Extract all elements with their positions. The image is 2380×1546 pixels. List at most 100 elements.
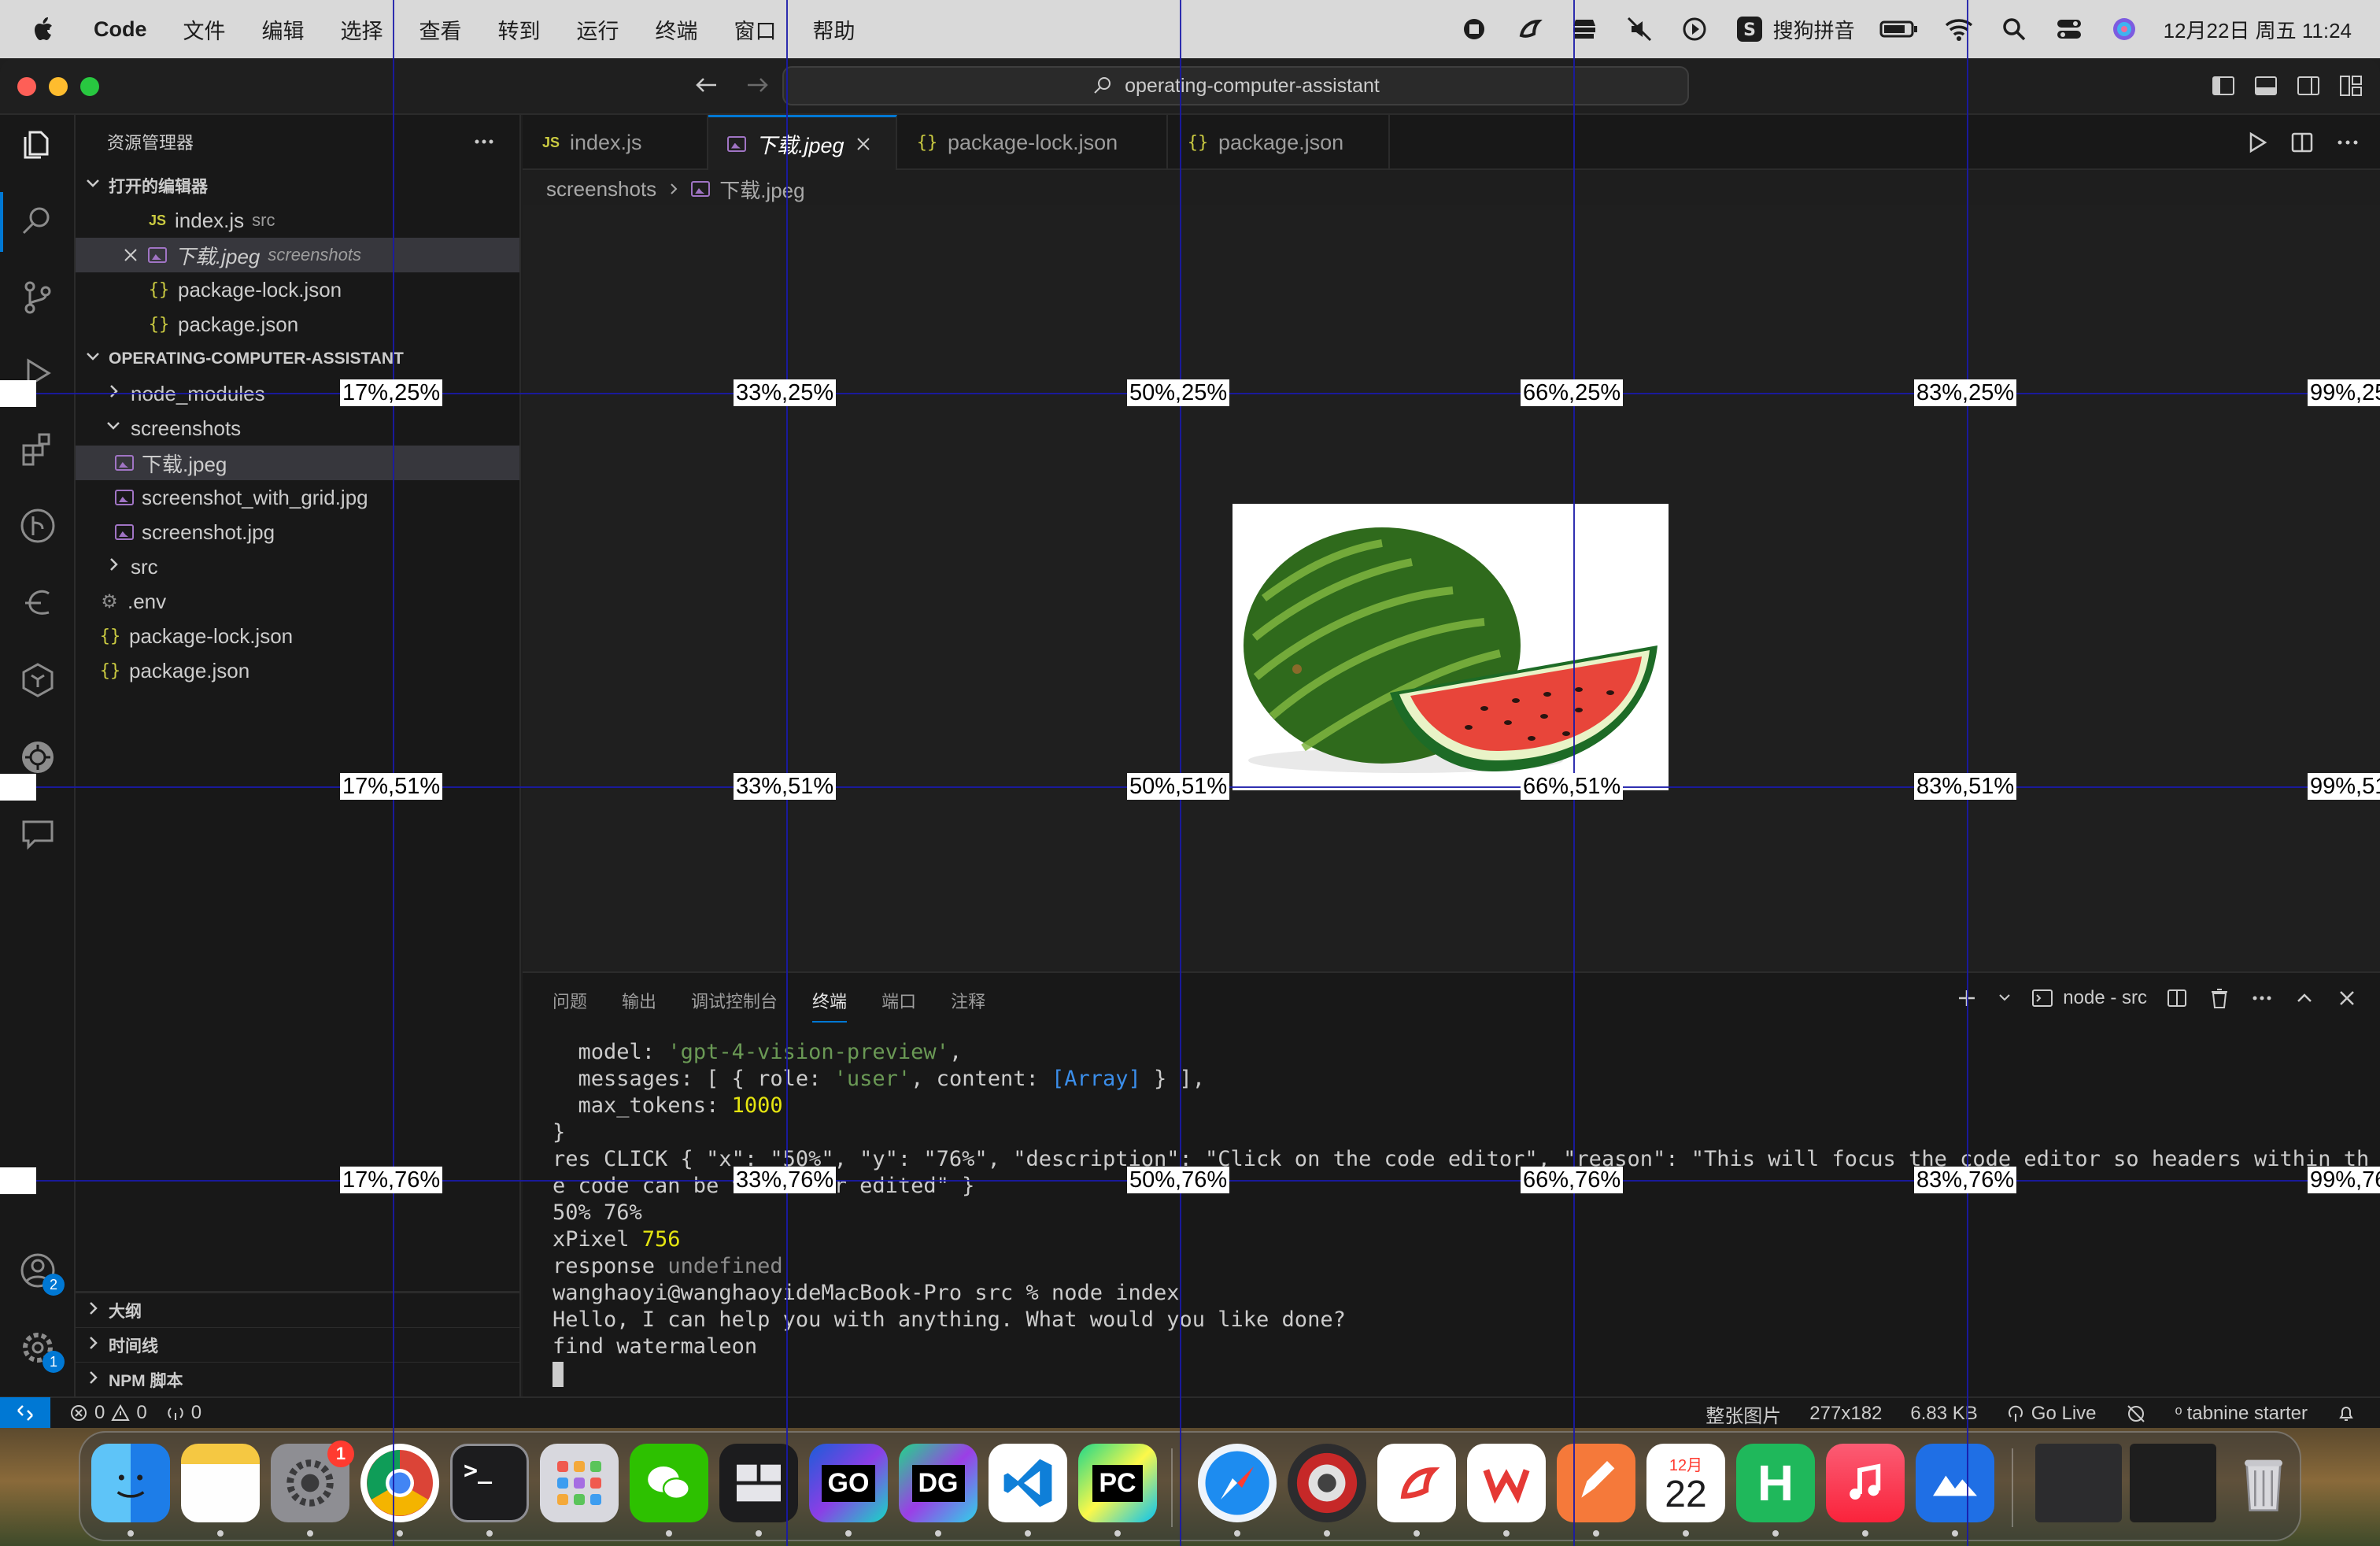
control-center-icon[interactable] — [2053, 13, 2085, 45]
menubar-clock[interactable]: 12月22日 周五 11:24 — [2164, 15, 2352, 44]
more-actions-icon[interactable] — [2249, 986, 2275, 1011]
minimized-window-vscode[interactable] — [2130, 1444, 2216, 1522]
vscode-icon[interactable] — [989, 1444, 1067, 1522]
breadcrumb-folder[interactable]: screenshots — [546, 177, 656, 202]
ports-status[interactable]: 0 — [166, 1402, 201, 1424]
apple-icon[interactable] — [28, 13, 60, 45]
tree-item-file[interactable]: {} package-lock.json — [76, 619, 519, 653]
more-actions-icon[interactable] — [2334, 129, 2361, 156]
menu-window[interactable]: 窗口 — [716, 14, 795, 45]
maximize-panel-icon[interactable] — [2292, 986, 2317, 1011]
calendar-icon[interactable]: 12月 22 — [1646, 1444, 1725, 1522]
open-editor-item[interactable]: {} package-lock.json — [76, 272, 519, 307]
tab-index-js[interactable]: JS index.js — [523, 115, 708, 170]
explorer-icon[interactable] — [17, 124, 58, 165]
kubernetes-icon[interactable] — [17, 737, 58, 778]
trash-icon[interactable] — [2224, 1444, 2303, 1522]
close-tab-icon[interactable] — [854, 135, 873, 153]
menu-file[interactable]: 文件 — [165, 14, 244, 45]
tab-package-lock-json[interactable]: {} package-lock.json — [897, 115, 1168, 170]
customize-layout-icon[interactable] — [2338, 72, 2364, 99]
tab-terminal[interactable]: 终端 — [812, 983, 848, 1023]
tree-item-file[interactable]: screenshot_with_grid.jpg — [76, 480, 519, 515]
search-view-icon[interactable] — [17, 202, 58, 242]
tree-item-folder[interactable]: src — [76, 549, 519, 584]
menu-edit[interactable]: 编辑 — [244, 14, 323, 45]
battery-icon[interactable] — [1879, 13, 1920, 45]
npm-scripts-section-header[interactable]: NPM 脚本 — [76, 1362, 521, 1396]
containers-icon[interactable] — [17, 660, 58, 701]
back-arrow-icon[interactable] — [693, 71, 721, 99]
terminal-output[interactable]: model: 'gpt-4-vision-preview', messages:… — [552, 1039, 2369, 1387]
watermelon-image[interactable] — [1232, 504, 1669, 790]
menu-terminal[interactable]: 终端 — [638, 14, 716, 45]
wechat-icon[interactable] — [630, 1444, 708, 1522]
menu-run[interactable]: 运行 — [559, 14, 638, 45]
problems-status[interactable]: 0 0 — [69, 1402, 147, 1424]
play-icon[interactable] — [1679, 13, 1710, 45]
tab-debug-console[interactable]: 调试控制台 — [691, 983, 778, 1018]
pycharm-icon[interactable]: PC — [1078, 1444, 1157, 1522]
pages-icon[interactable] — [1557, 1444, 1635, 1522]
terminal-selector[interactable]: node - src — [2030, 986, 2147, 1011]
menu-help[interactable]: 帮助 — [795, 14, 874, 45]
chevron-down-icon[interactable] — [1997, 986, 2012, 1011]
close-panel-icon[interactable] — [2334, 986, 2360, 1011]
tree-item-file[interactable]: ⚙ .env — [76, 584, 519, 619]
tree-item-file-selected[interactable]: 下载.jpeg — [76, 446, 519, 480]
tree-item-file[interactable]: screenshot.jpg — [76, 515, 519, 549]
finder-icon[interactable] — [91, 1444, 170, 1522]
system-settings-icon[interactable]: 1 — [271, 1441, 354, 1522]
close-window-button[interactable] — [17, 77, 36, 96]
record-icon[interactable] — [1458, 13, 1490, 45]
h-app-icon[interactable]: H — [1736, 1444, 1815, 1522]
open-editor-item-active[interactable]: 下载.jpeg screenshots — [76, 238, 519, 272]
run-icon[interactable] — [2243, 129, 2270, 156]
copilot-disabled-icon[interactable] — [2125, 1403, 2147, 1425]
open-editor-item[interactable]: {} package.json — [76, 307, 519, 342]
breadcrumb-file[interactable]: 下载.jpeg — [719, 175, 804, 204]
accounts-icon[interactable]: 2 — [17, 1250, 65, 1296]
lark-icon[interactable] — [1916, 1444, 1994, 1522]
outline-section-header[interactable]: 大纲 — [76, 1293, 521, 1327]
project-section-header[interactable]: OPERATING-COMPUTER-ASSISTANT — [76, 342, 519, 376]
goland-icon[interactable]: GO — [809, 1444, 888, 1522]
mute-icon[interactable] — [1624, 13, 1655, 45]
tab-ports[interactable]: 端口 — [881, 983, 916, 1018]
toggle-panel-icon[interactable] — [2252, 72, 2279, 99]
tab-comments[interactable]: 注释 — [951, 983, 985, 1018]
git-graph-icon[interactable] — [17, 505, 58, 546]
input-method[interactable]: S 搜狗拼音 — [1734, 13, 1855, 45]
timeline-section-header[interactable]: 时间线 — [76, 1327, 521, 1362]
wifi-icon[interactable] — [1943, 13, 1975, 45]
tree-item-folder[interactable]: screenshots — [76, 411, 519, 446]
remote-indicator[interactable] — [0, 1397, 50, 1428]
image-mode-status[interactable]: 整张图片 — [1706, 1400, 1781, 1428]
notifications-bell-icon[interactable] — [2336, 1404, 2356, 1424]
extensions-icon[interactable] — [17, 428, 58, 469]
command-center-search[interactable]: operating-computer-assistant — [782, 66, 1689, 105]
notes-icon[interactable] — [181, 1444, 260, 1522]
tree-item-file[interactable]: {} package.json — [76, 653, 519, 688]
tab-output[interactable]: 输出 — [622, 983, 656, 1018]
open-editor-item[interactable]: JS index.js src — [76, 203, 519, 238]
chrome-icon[interactable] — [360, 1444, 439, 1522]
menu-app-name[interactable]: Code — [76, 17, 165, 42]
menu-go[interactable]: 转到 — [480, 14, 559, 45]
feishu-dock-icon[interactable] — [1377, 1444, 1456, 1522]
go-live-button[interactable]: Go Live — [2006, 1403, 2097, 1425]
feishu-icon[interactable] — [1513, 13, 1545, 45]
datagrip-icon[interactable]: DG — [899, 1444, 978, 1522]
minimize-window-button[interactable] — [49, 77, 68, 96]
music-icon[interactable] — [1826, 1444, 1905, 1522]
tab-package-json[interactable]: {} package.json — [1168, 115, 1390, 170]
menu-view[interactable]: 查看 — [401, 14, 480, 45]
launchpad-icon[interactable] — [540, 1444, 619, 1522]
open-editors-section-header[interactable]: 打开的编辑器 — [76, 168, 519, 203]
source-control-icon[interactable] — [17, 277, 58, 318]
terminal-icon[interactable]: >_ — [450, 1444, 529, 1522]
search-icon[interactable] — [1998, 13, 2030, 45]
split-terminal-icon[interactable] — [2164, 986, 2190, 1011]
tab-download-jpeg[interactable]: 下载.jpeg — [708, 115, 897, 170]
siri-icon[interactable] — [2108, 13, 2140, 45]
